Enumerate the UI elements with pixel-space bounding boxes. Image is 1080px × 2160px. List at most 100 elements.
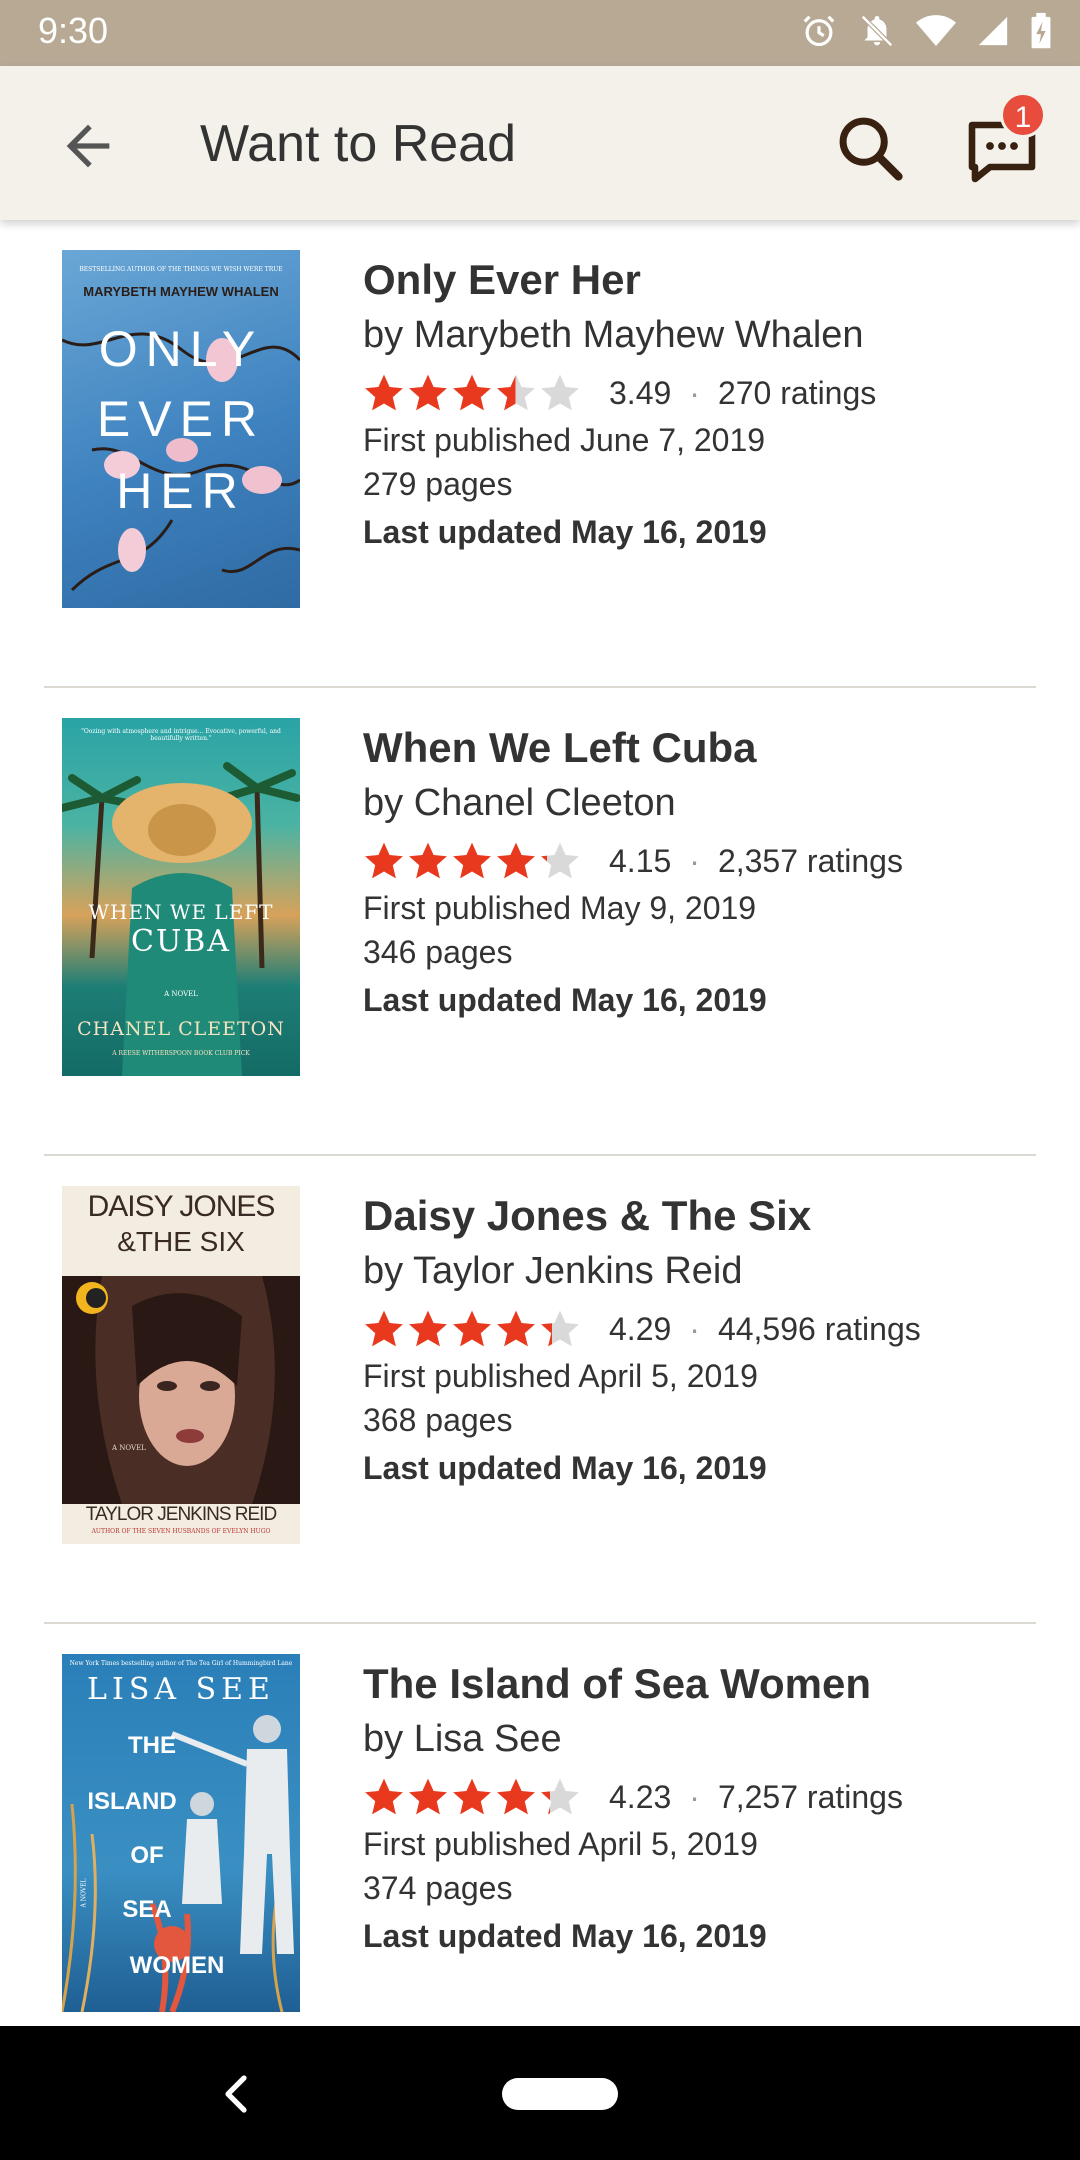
cover-top-text: BESTSELLING AUTHOR OF THE THINGS WE WISH… [79, 266, 283, 273]
rating-row: 4.15 · 2,357 ratings [363, 836, 1053, 886]
cover-title-line: OF [130, 1842, 164, 1869]
book-cover[interactable]: DAISY JONES &THE SIX A NOVEL TAYLOR JENK… [62, 1186, 300, 1544]
star-icon [409, 374, 447, 411]
cover-title-line: HER [116, 463, 246, 519]
status-icons [800, 12, 1052, 50]
search-button[interactable] [832, 110, 908, 186]
rating-row: 4.23 · 7,257 ratings [363, 1772, 1053, 1822]
rating-row: 3.49 · 270 ratings [363, 368, 1053, 418]
book-title[interactable]: The Island of Sea Women [363, 1660, 1053, 1718]
cover-author: CHANEL CLEETON [77, 1018, 285, 1040]
alarm-icon [803, 15, 835, 47]
star-icon [409, 842, 447, 879]
nav-back-icon [225, 2075, 247, 2113]
list-item[interactable]: New York Times bestselling author of The… [0, 1624, 1080, 2026]
messages-badge: 1 [1000, 92, 1046, 138]
app-bar: Want to Read 1 [0, 66, 1080, 220]
home-pill-icon[interactable] [502, 2078, 618, 2110]
book-info: Only Ever Her by Marybeth Mayhew Whalen … [363, 256, 1053, 558]
cover-top-text: New York Times bestselling author of The… [69, 1660, 293, 1667]
list-item[interactable]: "Oozing with atmosphere and intrigue... … [0, 688, 1080, 1156]
cover-title-line: WHEN WE LEFT [88, 900, 274, 924]
list-item[interactable]: BESTSELLING AUTHOR OF THE THINGS WE WISH… [0, 220, 1080, 688]
separator-dot: · [689, 1310, 700, 1347]
cover-title-line: &THE SIX [117, 1226, 245, 1257]
star-icon [541, 1310, 579, 1347]
book-info: Daisy Jones & The Six by Taylor Jenkins … [363, 1192, 1053, 1494]
average-rating: 4.29 [609, 1310, 672, 1347]
average-rating: 4.23 [609, 1778, 672, 1815]
star-icon [497, 1778, 535, 1815]
book-cover[interactable]: New York Times bestselling author of The… [62, 1654, 300, 2012]
star-icon [541, 1778, 579, 1815]
last-updated: Last updated May 16, 2019 [363, 982, 767, 1018]
last-updated: Last updated May 16, 2019 [363, 1450, 767, 1486]
ratings-count: 2,357 ratings [717, 842, 903, 879]
star-icon [409, 1778, 447, 1815]
cover-title-line: CUBA [131, 924, 231, 959]
wifi-icon [916, 15, 956, 46]
status-time: 9:30 [38, 10, 109, 51]
ratings-count: 270 ratings [717, 374, 877, 411]
book-info: When We Left Cuba by Chanel Cleeton 4.15… [363, 724, 1053, 1026]
cell-signal-icon [978, 16, 1008, 46]
cover-author: MARYBETH MAYHEW WHALEN [83, 284, 279, 299]
cover-title-line: THE [128, 1732, 176, 1759]
arrow-back-icon [66, 124, 110, 168]
separator-dot: · [689, 374, 700, 411]
book-title[interactable]: When We Left Cuba [363, 724, 1053, 782]
nav-back-button[interactable] [218, 2074, 254, 2119]
first-published: First published April 5, 2019 [363, 1826, 758, 1862]
ratings-count: 44,596 ratings [717, 1310, 921, 1347]
book-title[interactable]: Only Ever Her [363, 256, 1053, 314]
list-item[interactable]: DAISY JONES &THE SIX A NOVEL TAYLOR JENK… [0, 1156, 1080, 1624]
star-rating [363, 1308, 583, 1350]
cover-title-line: DAISY JONES [87, 1190, 276, 1223]
first-published: First published May 9, 2019 [363, 890, 757, 926]
star-icon [365, 374, 403, 411]
cover-top-text: "Oozing with atmosphere and intrigue... … [81, 728, 281, 742]
page-count: 368 pages [363, 1402, 513, 1438]
battery-charging-icon [1031, 12, 1051, 49]
cover-author: LISA SEE [87, 1672, 275, 1707]
star-icon [365, 1310, 403, 1347]
book-author[interactable]: by Marybeth Mayhew Whalen [363, 314, 1053, 368]
star-icon [453, 374, 491, 411]
cover-novel: A NOVEL [164, 990, 198, 998]
book-author[interactable]: by Lisa See [363, 1718, 1053, 1772]
cover-novel: A NOVEL [112, 1444, 146, 1452]
star-icon [541, 842, 579, 879]
cover-novel: A NOVEL [80, 1878, 88, 1908]
rating-row: 4.29 · 44,596 ratings [363, 1304, 1053, 1354]
page-count: 374 pages [363, 1870, 513, 1906]
cover-bottom-text: AUTHOR OF THE SEVEN HUSBANDS OF EVELYN H… [91, 1528, 271, 1535]
cover-author: TAYLOR JENKINS REID [85, 1504, 277, 1525]
star-icon [365, 1778, 403, 1815]
last-updated: Last updated May 16, 2019 [363, 514, 767, 550]
cover-title-line: ISLAND [87, 1788, 177, 1815]
cover-title-line: EVER [96, 391, 266, 447]
book-title[interactable]: Daisy Jones & The Six [363, 1192, 1053, 1250]
star-icon [453, 1778, 491, 1815]
separator-dot: · [689, 842, 700, 879]
page-count: 346 pages [363, 934, 513, 970]
separator-dot: · [689, 1778, 700, 1815]
star-icon [541, 374, 579, 411]
first-published: First published April 5, 2019 [363, 1358, 758, 1394]
book-cover[interactable]: BESTSELLING AUTHOR OF THE THINGS WE WISH… [62, 250, 300, 608]
star-icon [497, 1310, 535, 1347]
book-author[interactable]: by Chanel Cleeton [363, 782, 1053, 836]
book-cover[interactable]: "Oozing with atmosphere and intrigue... … [62, 718, 300, 1076]
ratings-count: 7,257 ratings [717, 1778, 903, 1815]
average-rating: 4.15 [609, 842, 672, 879]
page-count: 279 pages [363, 466, 513, 502]
star-icon [497, 374, 535, 411]
first-published: First published June 7, 2019 [363, 422, 766, 458]
star-icon [409, 1310, 447, 1347]
book-list: BESTSELLING AUTHOR OF THE THINGS WE WISH… [0, 220, 1080, 2026]
star-icon [453, 842, 491, 879]
book-info: The Island of Sea Women by Lisa See 4.23… [363, 1660, 1053, 1962]
cover-title-line: ONLY [98, 321, 264, 377]
back-button[interactable] [56, 114, 120, 178]
book-author[interactable]: by Taylor Jenkins Reid [363, 1250, 1053, 1304]
